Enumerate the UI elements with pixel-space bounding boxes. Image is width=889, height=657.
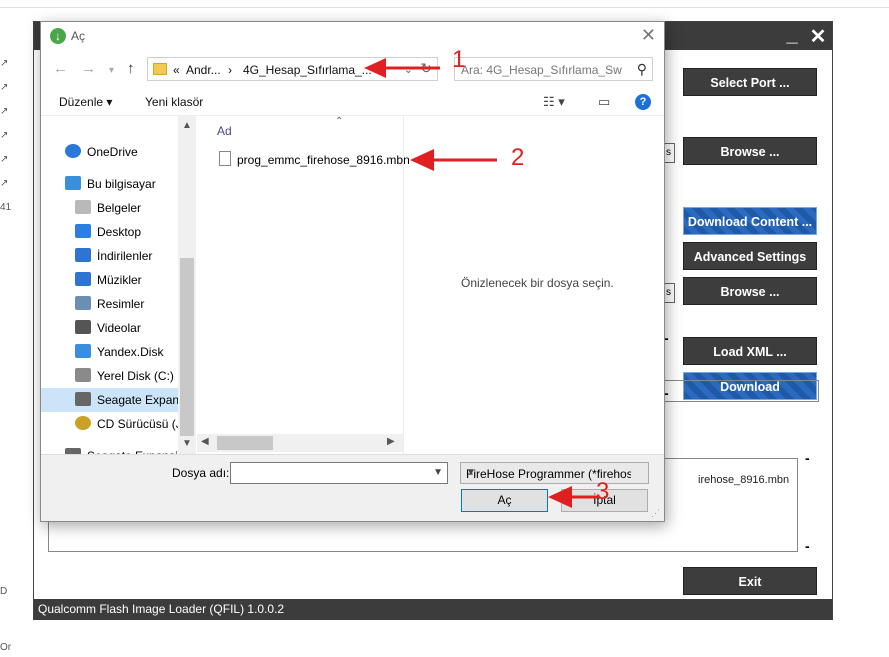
annotation-arrowhead-3 bbox=[548, 486, 572, 508]
annotation-arrowhead-1 bbox=[364, 58, 386, 78]
annotation-number-3: 3 bbox=[596, 478, 610, 505]
annotation-number-1: 1 bbox=[452, 46, 466, 73]
annotation-arrowhead-2 bbox=[410, 149, 434, 171]
annotation-number-2: 2 bbox=[511, 144, 525, 171]
annotation-layer bbox=[364, 58, 598, 508]
